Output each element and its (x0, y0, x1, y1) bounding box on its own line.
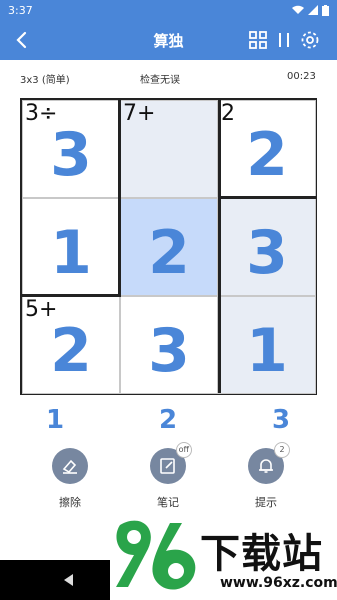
cell-value: 1 (50, 218, 92, 288)
system-nav-bar (0, 560, 110, 600)
cell-value: 3 (148, 316, 190, 386)
cell-value: 2 (148, 218, 190, 288)
check-status: 检查无误 (140, 75, 180, 86)
bell-icon (259, 459, 273, 473)
hint-icon-wrap: 2 (248, 442, 290, 484)
number-button-1[interactable]: 1 (30, 405, 80, 435)
gear-icon[interactable] (298, 28, 322, 52)
number-picker: 1 2 3 (0, 405, 337, 439)
cell-r3c3[interactable]: 1 (218, 296, 316, 394)
cell-r1c1[interactable]: 3÷ 3 (22, 100, 120, 198)
pause-icon[interactable] (272, 28, 296, 52)
cell-r2c1[interactable]: 1 (22, 198, 120, 296)
timer: 00:23 (287, 71, 316, 82)
number-button-3[interactable]: 3 (256, 405, 306, 435)
erase-icon-wrap (52, 448, 88, 484)
cell-value: 1 (246, 316, 288, 386)
cage-border (218, 196, 317, 199)
puzzle-info-row: 3x3 (简单) 检查无误 00:23 (0, 68, 337, 88)
erase-label: 擦除 (59, 496, 81, 509)
cell-r3c1[interactable]: 5+ 2 (22, 296, 120, 394)
hint-label: 提示 (255, 496, 277, 509)
notes-label: 笔记 (157, 496, 179, 509)
watermark: 下载站 www.96xz.com (110, 515, 337, 600)
tool-bar: 擦除 off 笔记 2 提示 (0, 442, 337, 518)
cell-value: 2 (246, 120, 288, 190)
puzzle-size: 3x3 (简单) (20, 75, 70, 86)
number-button-2[interactable]: 2 (143, 405, 193, 435)
notes-button[interactable]: off 笔记 (133, 442, 203, 518)
system-icons (292, 4, 329, 16)
nav-back-icon[interactable] (62, 573, 74, 587)
grid-icon[interactable] (246, 28, 270, 52)
app-bar: 算独 (0, 20, 337, 60)
cell-value: 2 (50, 316, 92, 386)
cell-r1c2[interactable]: 7+ (120, 100, 218, 198)
signal-icon (308, 5, 318, 15)
watermark-brand: 下载站 (200, 531, 323, 577)
cell-value: 3 (246, 218, 288, 288)
cell-r2c3[interactable]: 3 (218, 198, 316, 296)
cell-r2c2[interactable]: 2 (120, 198, 218, 296)
cell-value: 3 (50, 120, 92, 190)
cage-border (218, 196, 221, 393)
notes-badge: off (175, 442, 192, 458)
puzzle-board: 3÷ 3 7+ 22 1 2 3 5+ 2 3 1 (20, 98, 317, 395)
cage-border (218, 100, 221, 198)
hint-button[interactable]: 2 提示 (231, 442, 301, 518)
watermark-url: www.96xz.com (220, 575, 337, 591)
edit-icon (160, 458, 175, 474)
notes-icon-wrap: off (150, 442, 192, 484)
cage-border (118, 100, 121, 296)
eraser-icon (62, 459, 77, 474)
erase-button[interactable]: 擦除 (35, 448, 105, 518)
hint-count-badge: 2 (274, 442, 290, 458)
cage-clue: 7+ (123, 101, 156, 126)
cell-r1c3[interactable]: 22 (218, 100, 316, 198)
app-screen: 3:37 算独 3x3 (简单) 检查无误 00:23 3÷ 3 7+ 2 2 … (0, 0, 337, 600)
status-time: 3:37 (8, 3, 33, 17)
site-logo (116, 520, 196, 590)
cage-border (22, 294, 121, 297)
battery-icon (322, 4, 329, 16)
wifi-icon (292, 5, 304, 14)
status-bar: 3:37 (0, 0, 337, 20)
cell-r3c2[interactable]: 3 (120, 296, 218, 394)
